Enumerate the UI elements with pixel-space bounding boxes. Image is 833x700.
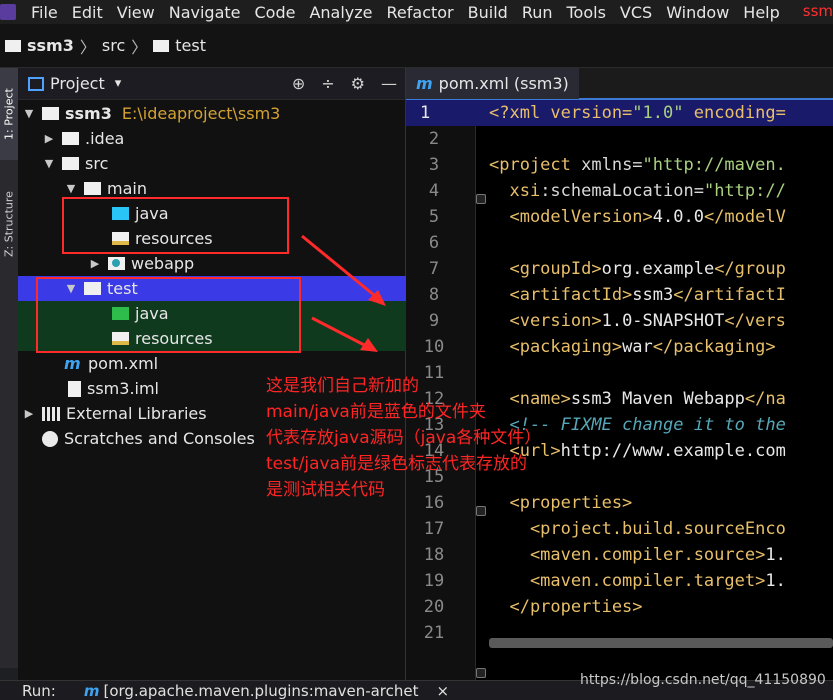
annotation-line: 这是我们自己新加的	[266, 376, 419, 396]
fold-marker-icon[interactable]	[476, 194, 486, 204]
run-tab-maven-archetype[interactable]: [org.apache.maven.plugins:maven-archet	[103, 682, 418, 700]
code-line-17[interactable]: <project.build.sourceEnco	[489, 516, 786, 542]
code-line-19[interactable]: <maven.compiler.target>1.	[489, 568, 786, 594]
code-line-18[interactable]: <maven.compiler.source>1.	[489, 542, 786, 568]
arrow-to-test-java	[311, 316, 371, 350]
code-line-9[interactable]: <version>1.0-SNAPSHOT</vers	[489, 308, 785, 334]
code-line-20[interactable]: </properties>	[489, 594, 642, 620]
close-icon[interactable]: ×	[437, 682, 450, 700]
line-number: 19	[423, 571, 445, 591]
code-line-7[interactable]: <groupId>org.example</group	[489, 256, 785, 282]
line-number: 3	[428, 155, 440, 175]
code-line-4[interactable]: xsi:schemaLocation="http://	[489, 178, 785, 204]
line-number: 10	[423, 337, 445, 357]
line-number: 17	[423, 519, 445, 539]
code-line-10[interactable]: <packaging>war</packaging>	[489, 334, 775, 360]
line-number: 21	[423, 623, 445, 643]
line-number: 1	[406, 100, 476, 126]
arrow-to-main-java	[301, 234, 381, 302]
fold-marker-icon[interactable]	[476, 506, 486, 516]
annotation-text: 这是我们自己新加的 main/java前是蓝色的文件夹 代表存放java源码（j…	[266, 373, 541, 503]
run-label: Run:	[22, 681, 56, 700]
line-number: 18	[423, 545, 445, 565]
code-line-5[interactable]: <modelVersion>4.0.0</modelV	[489, 204, 785, 230]
code-line-3[interactable]: <project xmlns="http://maven.	[489, 152, 786, 178]
annotation-line: test/java前是绿色标志代表存放的	[266, 454, 527, 474]
line-number: 2	[428, 129, 440, 149]
line-number: 4	[428, 181, 440, 201]
annotation-line: 代表存放java源码（java各种文件）	[266, 428, 542, 448]
annotation-line: 是测试相关代码	[266, 480, 385, 500]
watermark: https://blog.csdn.net/qq_41150890	[580, 672, 826, 688]
fold-marker-icon[interactable]	[476, 668, 486, 678]
tab-pom-xml[interactable]: m pom.xml (ssm3)	[406, 68, 579, 99]
maven-icon: m	[416, 73, 433, 93]
line-number: 5	[428, 207, 440, 227]
maven-icon: m	[83, 681, 100, 700]
line-number: 8	[428, 285, 440, 305]
line-number: 20	[423, 597, 445, 617]
editor-tab-bar: m pom.xml (ssm3)	[406, 68, 833, 100]
annotation-line: main/java前是蓝色的文件夹	[266, 402, 486, 422]
code-line-1[interactable]: <?xml version="1.0" encoding=	[476, 100, 833, 126]
line-number: 6	[428, 233, 440, 253]
line-number: 7	[428, 259, 440, 279]
code-line-8[interactable]: <artifactId>ssm3</artifactI	[489, 282, 785, 308]
line-number: 9	[428, 311, 440, 331]
horizontal-scrollbar[interactable]	[489, 638, 833, 648]
